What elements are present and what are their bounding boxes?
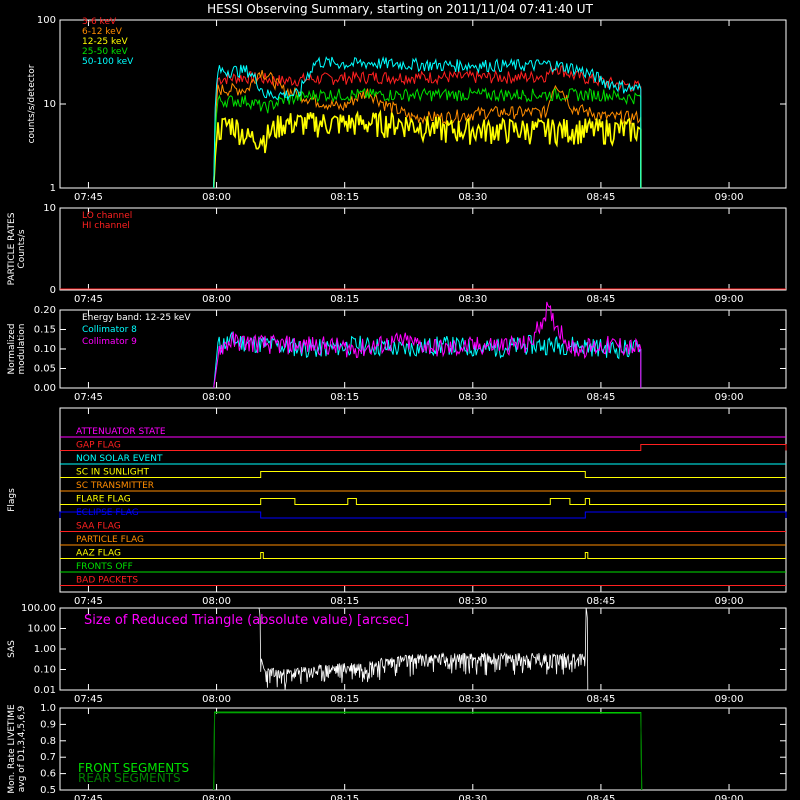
x-tick-label: 07:45 bbox=[74, 192, 103, 203]
flag-label: NON SOLAR EVENT bbox=[76, 454, 163, 464]
y-tick-label: 100 bbox=[37, 15, 56, 26]
y-tick-label: 0.9 bbox=[40, 719, 56, 730]
x-tick-label: 09:00 bbox=[715, 596, 744, 607]
x-tick-label: 08:00 bbox=[202, 596, 231, 607]
x-tick-label: 08:15 bbox=[330, 294, 359, 305]
y-tick-label: 0.01 bbox=[34, 685, 56, 696]
y-tick-label: 0.8 bbox=[40, 736, 56, 747]
x-tick-label: 08:00 bbox=[202, 794, 231, 800]
x-tick-label: 09:00 bbox=[715, 694, 744, 705]
legend-entry: 25-50 keV bbox=[82, 47, 128, 57]
x-tick-label: 08:30 bbox=[458, 794, 487, 800]
x-tick-label: 08:30 bbox=[458, 694, 487, 705]
x-tick-label: 07:45 bbox=[74, 596, 103, 607]
x-tick-label: 07:45 bbox=[74, 294, 103, 305]
flag-label: PARTICLE FLAG bbox=[76, 535, 144, 545]
x-tick-label: 08:45 bbox=[586, 794, 615, 800]
x-tick-label: 08:45 bbox=[586, 294, 615, 305]
legend-entry: 12-25 keV bbox=[82, 37, 128, 47]
y-axis-label: counts/s/detector bbox=[27, 64, 37, 143]
x-tick-label: 08:15 bbox=[330, 694, 359, 705]
x-tick-label: 08:15 bbox=[330, 392, 359, 403]
x-tick-label: 08:30 bbox=[458, 596, 487, 607]
x-tick-label: 08:00 bbox=[202, 392, 231, 403]
x-tick-label: 08:15 bbox=[330, 794, 359, 800]
y-tick-label: 0 bbox=[50, 285, 56, 296]
x-tick-label: 08:15 bbox=[330, 596, 359, 607]
legend-entry: 50-100 keV bbox=[82, 57, 134, 67]
legend-entry: HI channel bbox=[82, 221, 130, 231]
y-axis-label: SAS bbox=[7, 640, 17, 658]
y-tick-label: 0.00 bbox=[34, 383, 56, 394]
x-tick-label: 08:30 bbox=[458, 294, 487, 305]
flag-label: SAA FLAG bbox=[76, 522, 121, 532]
x-tick-label: 08:00 bbox=[202, 192, 231, 203]
legend-entry: Collimator 8 bbox=[82, 325, 137, 335]
x-tick-label: 09:00 bbox=[715, 294, 744, 305]
annotation: Size of Reduced Triangle (absolute value… bbox=[84, 613, 409, 628]
y-tick-label: 1.00 bbox=[34, 644, 56, 655]
x-tick-label: 07:45 bbox=[74, 694, 103, 705]
hessi-summary-chart: HESSI Observing Summary, starting on 201… bbox=[0, 0, 800, 800]
flag-label: BAD PACKETS bbox=[76, 576, 138, 586]
legend-entry: Collimator 9 bbox=[82, 337, 137, 347]
flag-label: ATTENUATOR STATE bbox=[76, 427, 166, 437]
y-axis-label: avg of D1,3,4,5,6,9 bbox=[17, 705, 27, 792]
legend-entry: 6-12 keV bbox=[82, 27, 123, 37]
y-tick-label: 0.5 bbox=[40, 785, 56, 796]
y-tick-label: 1 bbox=[50, 183, 56, 194]
y-axis-label: Flags bbox=[7, 488, 17, 512]
flag-label: SC IN SUNLIGHT bbox=[76, 468, 150, 478]
annotation: Energy band: 12-25 keV bbox=[82, 313, 191, 323]
flag-label: FLARE FLAG bbox=[76, 495, 131, 505]
y-tick-label: 0.15 bbox=[34, 325, 56, 336]
x-tick-label: 08:30 bbox=[458, 192, 487, 203]
y-tick-label: 10.00 bbox=[27, 624, 56, 635]
chart-title: HESSI Observing Summary, starting on 201… bbox=[207, 2, 593, 16]
flag-label: AAZ FLAG bbox=[76, 549, 121, 559]
flag-label: SC TRANSMITTER bbox=[76, 481, 154, 491]
x-tick-label: 07:45 bbox=[74, 392, 103, 403]
legend-entry: LO channel bbox=[82, 211, 132, 221]
y-tick-label: 1.0 bbox=[40, 703, 56, 714]
y-tick-label: 100.00 bbox=[21, 603, 56, 614]
y-axis-label: Counts/s bbox=[17, 229, 27, 268]
legend-entry: REAR SEGMENTS bbox=[78, 771, 181, 785]
flag-label: FRONTS OFF bbox=[76, 562, 133, 572]
x-tick-label: 08:00 bbox=[202, 694, 231, 705]
x-tick-label: 08:45 bbox=[586, 392, 615, 403]
y-axis-label: PARTICLE RATES bbox=[7, 212, 17, 285]
y-tick-label: 0.20 bbox=[34, 305, 56, 316]
y-tick-label: 0.05 bbox=[34, 364, 56, 375]
y-tick-label: 0.7 bbox=[40, 752, 56, 763]
x-tick-label: 09:00 bbox=[715, 392, 744, 403]
x-tick-label: 09:00 bbox=[715, 192, 744, 203]
legend-entry: 3-6 keV bbox=[82, 17, 117, 27]
x-tick-label: 07:45 bbox=[74, 794, 103, 800]
x-tick-label: 08:45 bbox=[586, 596, 615, 607]
y-tick-label: 10 bbox=[43, 99, 56, 110]
x-tick-label: 08:45 bbox=[586, 192, 615, 203]
x-tick-label: 08:30 bbox=[458, 392, 487, 403]
y-tick-label: 10 bbox=[43, 203, 56, 214]
flag-label: ECLIPSE FLAG bbox=[76, 508, 139, 518]
x-tick-label: 08:00 bbox=[202, 294, 231, 305]
y-axis-label: Normalized bbox=[7, 323, 17, 374]
y-tick-label: 0.10 bbox=[34, 665, 56, 676]
y-tick-label: 0.6 bbox=[40, 769, 56, 780]
x-tick-label: 08:45 bbox=[586, 694, 615, 705]
x-tick-label: 09:00 bbox=[715, 794, 744, 800]
x-tick-label: 08:15 bbox=[330, 192, 359, 203]
flag-label: GAP FLAG bbox=[76, 441, 121, 451]
y-axis-label: Mon. Rate LIVETIME bbox=[7, 704, 17, 794]
y-tick-label: 0.10 bbox=[34, 344, 56, 355]
y-axis-label: modulation bbox=[17, 324, 27, 375]
